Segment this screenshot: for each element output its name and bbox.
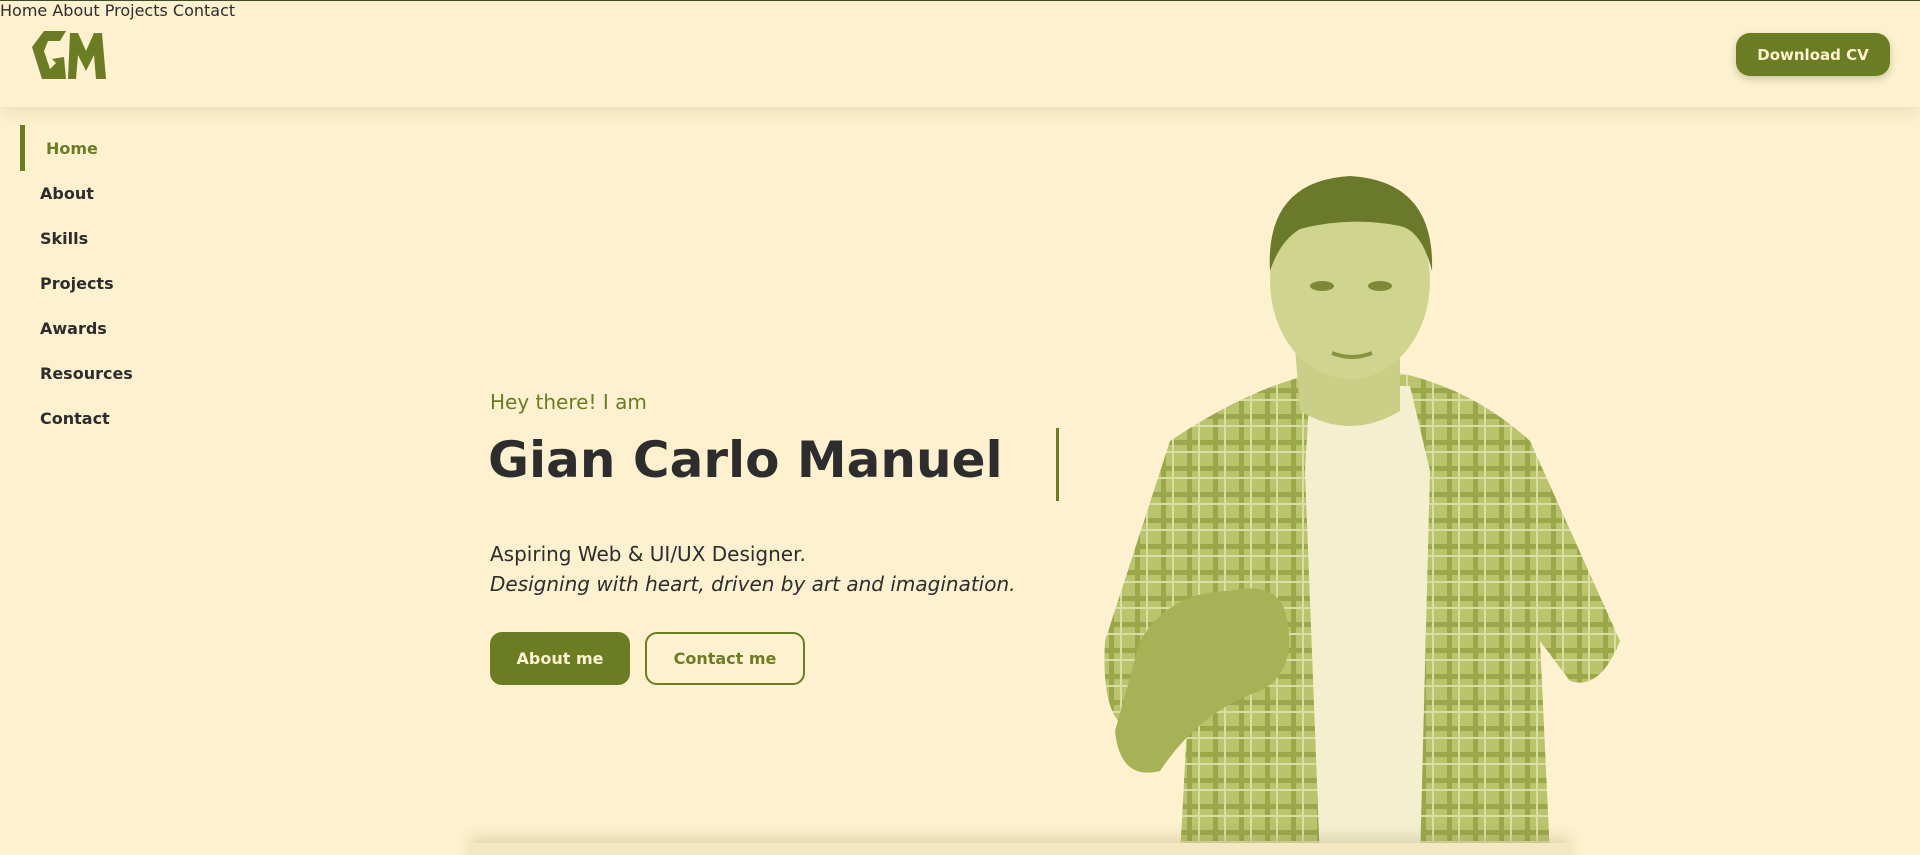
nav-home-link[interactable]: Home <box>0 1 47 20</box>
sidebar-item-awards[interactable]: Awards <box>40 319 107 338</box>
contact-me-button[interactable]: Contact me <box>645 632 805 685</box>
portrait-image <box>1104 176 1620 855</box>
sidebar-item-home[interactable]: Home <box>46 139 98 158</box>
hero-name: Gian Carlo Manuel <box>488 431 1003 489</box>
nav-about-link[interactable]: About <box>52 1 99 20</box>
hero-description: Aspiring Web & UI/UX Designer. <box>490 542 806 566</box>
hero-tagline: Designing with heart, driven by art and … <box>490 572 1016 596</box>
hero-greeting: Hey there! I am <box>490 390 647 414</box>
nav-projects-link[interactable]: Projects <box>105 1 168 20</box>
main-nav: Home About Projects Contact <box>0 1 1920 20</box>
content-card-edge <box>470 843 1570 855</box>
sidebar-item-about[interactable]: About <box>40 184 94 203</box>
typing-cursor <box>1056 428 1059 501</box>
download-cv-button[interactable]: Download CV <box>1736 33 1890 76</box>
top-navigation-bar: Home About Projects Contact Download CV <box>0 1 1920 107</box>
about-me-button[interactable]: About me <box>490 632 630 685</box>
sidebar-item-projects[interactable]: Projects <box>40 274 114 293</box>
nav-contact-link[interactable]: Contact <box>173 1 235 20</box>
gm-logo[interactable] <box>30 29 106 81</box>
sidebar-item-resources[interactable]: Resources <box>40 364 133 383</box>
sidebar-active-indicator <box>20 125 25 171</box>
sidebar-item-contact[interactable]: Contact <box>40 409 110 428</box>
sidebar-item-skills[interactable]: Skills <box>40 229 88 248</box>
